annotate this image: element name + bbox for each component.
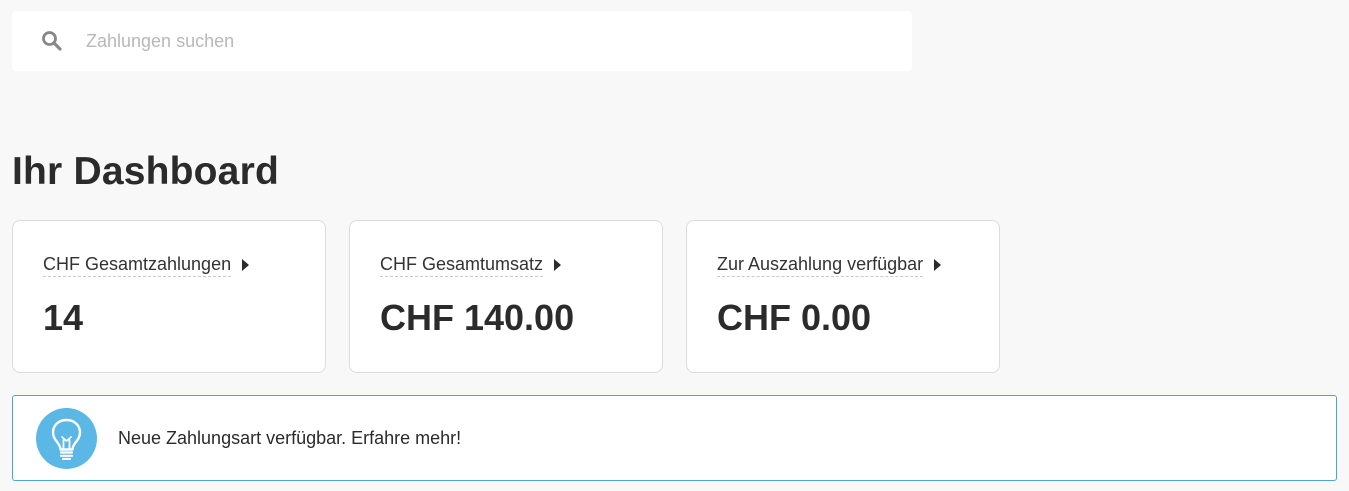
- page-title: Ihr Dashboard: [12, 150, 279, 193]
- card-label-row[interactable]: CHF Gesamtumsatz: [380, 254, 562, 277]
- card-label-row[interactable]: CHF Gesamtzahlungen: [43, 254, 250, 277]
- card-label-row[interactable]: Zur Auszahlung verfügbar: [717, 254, 942, 277]
- card-available-payout[interactable]: Zur Auszahlung verfügbar CHF 0.00: [686, 220, 1000, 373]
- card-value: CHF 0.00: [717, 297, 872, 338]
- card-label: CHF Gesamtumsatz: [380, 254, 544, 277]
- notice-text[interactable]: Neue Zahlungsart verfügbar. Erfahre mehr…: [118, 428, 461, 449]
- search-input[interactable]: [86, 21, 886, 61]
- card-label: CHF Gesamtzahlungen: [43, 254, 232, 277]
- caret-right-icon: [554, 258, 562, 271]
- card-total-payments[interactable]: CHF Gesamtzahlungen 14: [12, 220, 326, 373]
- lightbulb-icon: [36, 408, 97, 469]
- card-total-revenue[interactable]: CHF Gesamtumsatz CHF 140.00: [349, 220, 663, 373]
- card-value: CHF 140.00: [380, 297, 575, 338]
- caret-right-icon: [934, 258, 942, 271]
- search-box[interactable]: [12, 11, 912, 71]
- card-value: 14: [43, 297, 84, 338]
- caret-right-icon: [242, 258, 250, 271]
- card-label: Zur Auszahlung verfügbar: [717, 254, 924, 277]
- new-payment-method-notice[interactable]: Neue Zahlungsart verfügbar. Erfahre mehr…: [12, 395, 1337, 481]
- search-icon: [41, 30, 63, 52]
